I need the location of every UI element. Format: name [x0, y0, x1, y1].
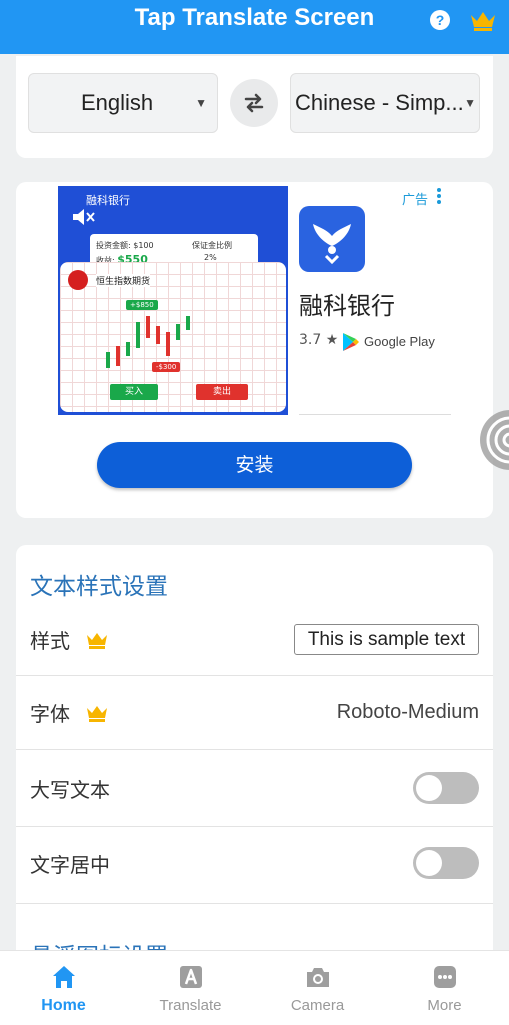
ad-brand-small: 融科银行 — [86, 194, 130, 207]
candle — [186, 316, 190, 330]
candle — [126, 342, 130, 356]
style-label: 样式 — [30, 629, 70, 653]
toggle-knob — [416, 850, 442, 876]
app-name: 融科银行 — [299, 292, 395, 320]
uppercase-toggle[interactable] — [413, 772, 479, 804]
nav-label: More — [427, 997, 462, 1014]
font-value: Roboto-Medium — [336, 701, 479, 723]
more-options-icon[interactable] — [436, 188, 442, 204]
more-icon — [434, 966, 456, 988]
chevron-down-icon: ▼ — [195, 96, 207, 110]
center-text-label: 文字居中 — [30, 853, 110, 877]
style-sample-preview[interactable]: This is sample text — [294, 624, 479, 655]
mute-icon[interactable] — [70, 206, 96, 228]
candle — [116, 346, 120, 366]
nav-label: Camera — [290, 997, 345, 1014]
section-title: 文本样式设置 — [30, 574, 168, 600]
install-button[interactable]: 安装 — [97, 442, 412, 488]
home-icon — [53, 966, 75, 988]
candle — [106, 352, 110, 368]
floating-handle-icon[interactable] — [478, 410, 509, 470]
font-row[interactable]: 字体 Roboto-Medium — [16, 676, 493, 749]
center-text-toggle[interactable] — [413, 847, 479, 879]
nav-camera[interactable]: Camera — [254, 951, 381, 1025]
chevron-down-icon: ▼ — [464, 96, 476, 110]
ad-sell-label: 卖出 — [196, 384, 248, 400]
candle — [136, 322, 140, 348]
nav-more[interactable]: More — [381, 951, 508, 1025]
source-language-dropdown[interactable]: English ▼ — [28, 73, 218, 133]
text-style-settings-card: 文本样式设置 样式 This is sample text 字体 Roboto-… — [16, 545, 493, 970]
divider — [16, 903, 493, 904]
language-selector-card: English ▼ Chinese - Simp... ▼ — [16, 56, 493, 158]
ad-label: 广告 — [402, 193, 429, 208]
ad-divider — [299, 414, 451, 415]
translate-icon — [180, 966, 202, 988]
margin-value: 2% — [204, 253, 217, 262]
invest-label: 投资金额: $100 — [96, 241, 154, 250]
nav-home[interactable]: Home — [0, 951, 127, 1025]
hk-logo-icon — [68, 270, 88, 290]
camera-icon — [307, 968, 329, 987]
bottom-navigation: Home Translate Camera More — [0, 950, 509, 1025]
toggle-knob — [416, 775, 442, 801]
margin-label: 保证金比例 — [192, 241, 232, 250]
app-rating: 3.7 ★ — [299, 332, 339, 348]
ad-chart-panel: 恒生指数期货 +$850 -$300 买入 卖出 — [60, 262, 286, 412]
uppercase-row: 大写文本 — [16, 750, 493, 826]
ad-card: 融科银行 投资金额: $100 收益: $550 保证金比例 2% 恒生指数期货… — [16, 182, 493, 518]
question-icon[interactable]: ? — [430, 10, 450, 30]
candle — [156, 326, 160, 344]
candle — [166, 332, 170, 356]
crown-icon[interactable] — [469, 9, 497, 31]
candle — [146, 316, 150, 338]
target-language-dropdown[interactable]: Chinese - Simp... ▼ — [290, 73, 480, 133]
nav-label: Home — [41, 997, 86, 1014]
wings-logo-icon — [313, 224, 351, 265]
source-language-label: English — [81, 90, 154, 115]
store-name: Google Play — [364, 334, 435, 349]
crown-icon — [87, 706, 107, 722]
app-header: Tap Translate Screen ? — [0, 0, 509, 54]
google-play-icon — [343, 333, 359, 351]
candle — [176, 324, 180, 340]
style-row[interactable]: 样式 This is sample text — [16, 615, 493, 675]
app-icon[interactable] — [299, 206, 365, 272]
center-text-row: 文字居中 — [16, 827, 493, 903]
chart-title: 恒生指数期货 — [96, 274, 151, 287]
ad-buy-label: 买入 — [110, 384, 158, 400]
swap-arrows-icon — [244, 93, 264, 113]
tag-up: +$850 — [126, 300, 158, 310]
swap-languages-button[interactable] — [230, 79, 278, 127]
nav-label: Translate — [159, 997, 222, 1014]
font-label: 字体 — [30, 702, 70, 726]
uppercase-label: 大写文本 — [30, 778, 110, 802]
crown-icon — [87, 633, 107, 649]
tag-down: -$300 — [152, 362, 181, 372]
nav-translate[interactable]: Translate — [127, 951, 254, 1025]
target-language-label: Chinese - Simp... — [295, 90, 464, 115]
ad-image[interactable]: 融科银行 投资金额: $100 收益: $550 保证金比例 2% 恒生指数期货… — [58, 186, 288, 415]
